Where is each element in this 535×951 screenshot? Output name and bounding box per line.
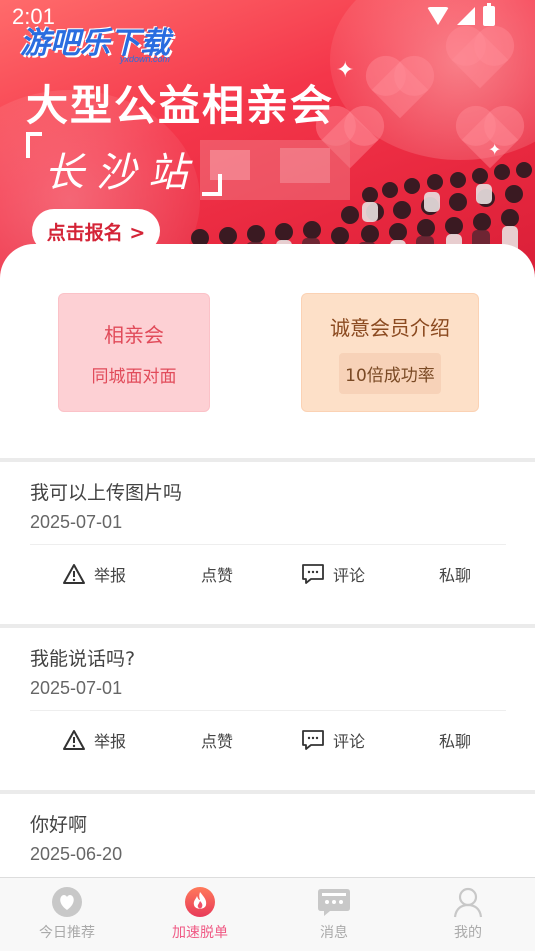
warning-icon (63, 564, 85, 584)
post-separator (30, 544, 506, 545)
post-title: 你好啊 (30, 814, 88, 836)
feature-title: 诚意会员介绍 (330, 315, 450, 340)
post-actions: 举报 点赞 评论 私聊 (0, 728, 535, 758)
post-item[interactable]: 你好啊 2025-06-20 (0, 794, 535, 878)
feature-subtitle: 同城面对面 (91, 366, 177, 387)
post-date: 2025-06-20 (30, 844, 123, 864)
comment-button[interactable]: 评论 (301, 728, 365, 752)
comment-icon (302, 564, 324, 584)
tab-label: 我的 (454, 925, 482, 941)
banner-title: 大型公益相亲会 (26, 81, 335, 130)
comment-label: 评论 (333, 566, 366, 585)
feature-card-matchmaking[interactable]: 相亲会 同城面对面 (58, 293, 210, 412)
post-actions: 举报 点赞 评论 私聊 (0, 562, 535, 592)
tab-label: 消息 (320, 925, 348, 941)
message-icon (318, 889, 350, 916)
post-separator (30, 710, 506, 711)
heart-circle-icon (52, 887, 82, 917)
tab-label: 今日推荐 (39, 925, 95, 941)
post-item[interactable]: 我可以上传图片吗 2025-07-01 举报 点赞 评论 私聊 (0, 462, 535, 624)
tab-messages[interactable]: 消息 (284, 886, 384, 942)
watermark-url: yxdown.com (120, 54, 171, 64)
report-button[interactable]: 举报 (62, 562, 126, 586)
warning-icon (63, 730, 85, 750)
post-date: 2025-07-01 (30, 512, 123, 532)
feature-title: 相亲会 (104, 322, 164, 347)
chat-label: 私聊 (439, 732, 472, 751)
bracket-decoration (202, 174, 222, 196)
comment-button[interactable]: 评论 (301, 562, 365, 586)
report-label: 举报 (94, 732, 127, 751)
post-title: 我能说话吗? (30, 648, 136, 670)
private-chat-button[interactable]: 私聊 (439, 728, 471, 752)
flame-icon (185, 887, 215, 917)
banner-subtitle: 长沙站 (44, 150, 200, 196)
feature-card-membership[interactable]: 诚意会员介绍 10倍成功率 (301, 293, 479, 412)
bottom-tab-bar: 今日推荐 加速脱单 消息 我的 (0, 877, 535, 951)
comment-icon (302, 730, 324, 750)
post-title: 我可以上传图片吗 (30, 482, 183, 504)
tab-speed-dating[interactable]: 加速脱单 (150, 886, 250, 942)
like-button[interactable]: 点赞 (201, 728, 233, 752)
like-label: 点赞 (201, 732, 234, 751)
bracket-decoration (26, 132, 42, 158)
person-icon (453, 887, 483, 918)
post-date: 2025-07-01 (30, 678, 123, 698)
battery-icon (483, 3, 495, 26)
private-chat-button[interactable]: 私聊 (439, 562, 471, 586)
like-label: 点赞 (201, 566, 234, 585)
comment-label: 评论 (333, 732, 366, 751)
wifi-icon (427, 7, 449, 25)
report-button[interactable]: 举报 (62, 728, 126, 752)
tab-label: 加速脱单 (172, 925, 228, 941)
tab-today-recommend[interactable]: 今日推荐 (17, 886, 117, 942)
tab-profile[interactable]: 我的 (418, 886, 518, 942)
feature-subtitle: 10倍成功率 (339, 352, 441, 394)
main-content: 相亲会 同城面对面 诚意会员介绍 10倍成功率 我可以上传图片吗 2025-07… (0, 244, 535, 878)
chat-label: 私聊 (439, 566, 472, 585)
signal-icon (457, 7, 475, 25)
report-label: 举报 (94, 566, 127, 585)
sparkle-icon: ✦ (488, 140, 502, 159)
like-button[interactable]: 点赞 (201, 562, 233, 586)
post-item[interactable]: 我能说话吗? 2025-07-01 举报 点赞 评论 私聊 (0, 628, 535, 790)
sparkle-icon: ✦ (336, 58, 355, 83)
